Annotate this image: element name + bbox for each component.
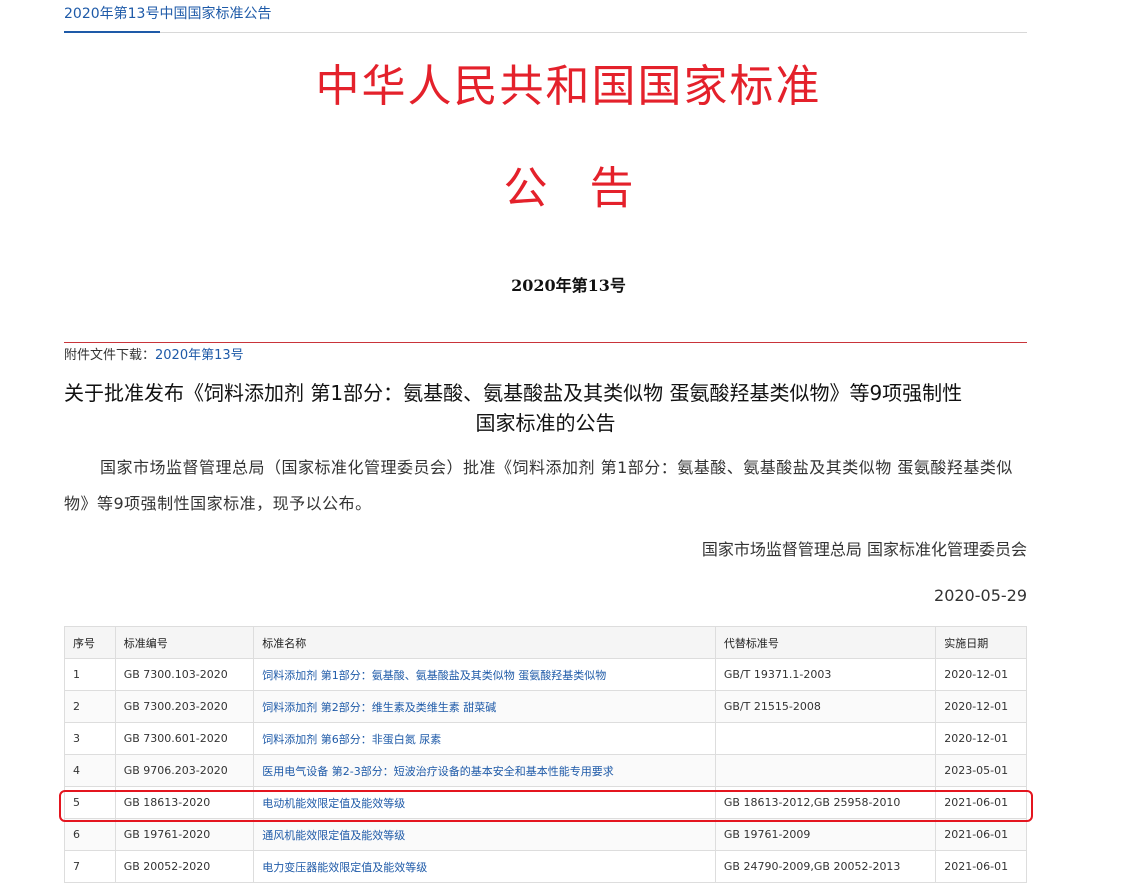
standard-name-link[interactable]: 饲料添加剂 第1部分：氨基酸、氨基酸盐及其类似物 蛋氨酸羟基类似物 — [253, 658, 716, 691]
breadcrumb-underline — [64, 31, 160, 33]
table-row: 2 GB 7300.203-2020 饲料添加剂 第2部分：维生素及类维生素 甜… — [64, 690, 1027, 723]
standard-name-link[interactable]: 电动机能效限定值及能效等级 — [253, 786, 716, 819]
attachment-row: 附件文件下载：2020年第13号 — [64, 344, 244, 363]
page-title: 中华人民共和国国家标准 — [315, 61, 822, 112]
page-subtitle: 公告 — [503, 163, 676, 214]
cell-replaces: GB 24790-2009,GB 20052-2013 — [714, 850, 937, 883]
cell-no: 3 — [64, 722, 116, 755]
cell-replaces: GB 19761-2009 — [714, 818, 937, 851]
cell-no: 4 — [64, 754, 116, 787]
table-row: 6 GB 19761-2020 通风机能效限定值及能效等级 GB 19761-2… — [64, 818, 1027, 851]
cell-date: 2020-12-01 — [935, 658, 1027, 691]
table-row: 7 GB 20052-2020 电力变压器能效限定值及能效等级 GB 24790… — [64, 850, 1027, 883]
cell-no: 6 — [64, 818, 116, 851]
cell-date: 2020-12-01 — [935, 722, 1027, 755]
standards-table: 序号 标准编号 标准名称 代替标准号 实施日期 1 GB 7300.103-20… — [64, 626, 1027, 883]
table-row: 1 GB 7300.103-2020 饲料添加剂 第1部分：氨基酸、氨基酸盐及其… — [64, 658, 1027, 691]
standard-name-link[interactable]: 饲料添加剂 第2部分：维生素及类维生素 甜菜碱 — [253, 690, 716, 723]
announcement-title: 关于批准发布《饲料添加剂 第1部分：氨基酸、氨基酸盐及其类似物 蛋氨酸羟基类似物… — [64, 378, 1027, 438]
announcement-title-line2: 国家标准的公告 — [475, 411, 616, 435]
breadcrumb: 2020年第13号中国国家标准公告 — [64, 6, 272, 22]
announcement-signature: 国家市场监督管理总局 国家标准化管理委员会 — [701, 540, 1027, 559]
cell-no: 1 — [64, 658, 116, 691]
cell-date: 2021-06-01 — [935, 850, 1027, 883]
standard-name-link[interactable]: 饲料添加剂 第6部分：非蛋白氮 尿素 — [253, 722, 716, 755]
cell-date: 2021-06-01 — [935, 786, 1027, 819]
col-header-name: 标准名称 — [253, 626, 716, 659]
cell-no: 2 — [64, 690, 116, 723]
cell-date: 2020-12-01 — [935, 690, 1027, 723]
cell-replaces — [714, 754, 937, 787]
table-row: 5 GB 18613-2020 电动机能效限定值及能效等级 GB 18613-2… — [64, 786, 1027, 819]
attachment-label: 附件文件下载： — [64, 348, 156, 363]
cell-code: GB 7300.601-2020 — [114, 722, 255, 755]
cell-date: 2021-06-01 — [935, 818, 1027, 851]
announcement-date: 2020-05-29 — [934, 586, 1027, 605]
standard-name-link[interactable]: 电力变压器能效限定值及能效等级 — [253, 850, 716, 883]
cell-code: GB 7300.203-2020 — [114, 690, 255, 723]
col-header-replaces: 代替标准号 — [714, 626, 937, 659]
cell-replaces: GB/T 19371.1-2003 — [714, 658, 937, 691]
cell-code: GB 7300.103-2020 — [114, 658, 255, 691]
col-header-date: 实施日期 — [935, 626, 1027, 659]
cell-date: 2023-05-01 — [935, 754, 1027, 787]
red-divider — [64, 342, 1027, 343]
cell-code: GB 18613-2020 — [114, 786, 255, 819]
cell-no: 7 — [64, 850, 116, 883]
col-header-code: 标准编号 — [114, 626, 255, 659]
cell-code: GB 9706.203-2020 — [114, 754, 255, 787]
table-row: 4 GB 9706.203-2020 医用电气设备 第2-3部分：短波治疗设备的… — [64, 754, 1027, 787]
announcement-title-line1: 关于批准发布《饲料添加剂 第1部分：氨基酸、氨基酸盐及其类似物 蛋氨酸羟基类似物… — [64, 381, 963, 405]
standard-name-link[interactable]: 医用电气设备 第2-3部分：短波治疗设备的基本安全和基本性能专用要求 — [253, 754, 716, 787]
announcement-number: 2020年第13号 — [511, 276, 626, 295]
cell-replaces: GB/T 21515-2008 — [714, 690, 937, 723]
cell-code: GB 19761-2020 — [114, 818, 255, 851]
table-row: 3 GB 7300.601-2020 饲料添加剂 第6部分：非蛋白氮 尿素 20… — [64, 722, 1027, 755]
col-header-no: 序号 — [64, 626, 116, 659]
table-header-row: 序号 标准编号 标准名称 代替标准号 实施日期 — [64, 626, 1027, 659]
cell-replaces — [714, 722, 937, 755]
header-divider — [160, 32, 1027, 33]
cell-code: GB 20052-2020 — [114, 850, 255, 883]
standard-name-link[interactable]: 通风机能效限定值及能效等级 — [253, 818, 716, 851]
attachment-download-link[interactable]: 2020年第13号 — [155, 348, 244, 363]
announcement-body: 国家市场监督管理总局（国家标准化管理委员会）批准《饲料添加剂 第1部分：氨基酸、… — [64, 458, 1013, 513]
cell-no: 5 — [64, 786, 116, 819]
cell-replaces: GB 18613-2012,GB 25958-2010 — [714, 786, 937, 819]
